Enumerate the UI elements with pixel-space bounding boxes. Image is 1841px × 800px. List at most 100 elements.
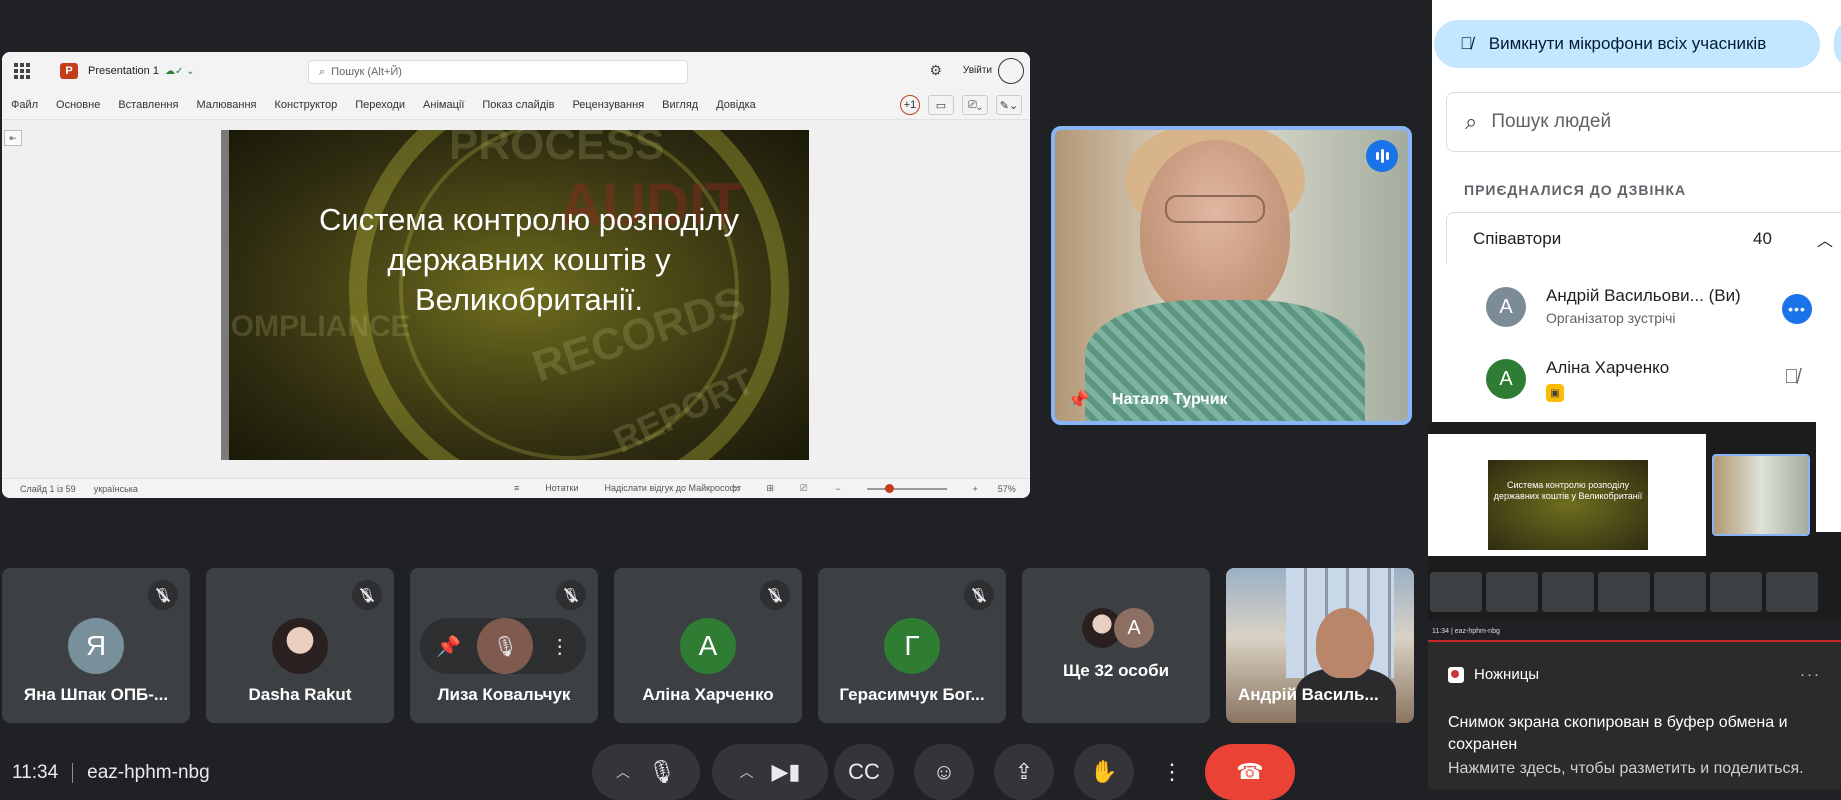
reactions-button[interactable]: ☺ (914, 744, 974, 800)
thumbnail-speaker (1712, 454, 1810, 536)
thumbnail-underline (1428, 640, 1841, 642)
ribbon-tab[interactable]: Основне (47, 99, 109, 111)
speaker-video-glasses (1165, 195, 1265, 223)
hang-up-icon: ☎ (1236, 759, 1264, 784)
normal-view-icon[interactable]: ▭ (732, 483, 741, 494)
chevron-up-icon[interactable]: ︿ (616, 762, 630, 782)
participant-tile[interactable]: 🎙 А Аліна Харченко (614, 568, 802, 723)
sign-in-link[interactable]: Увійти (963, 65, 992, 76)
ribbon-tab[interactable]: Вставлення (109, 99, 187, 111)
chevron-up-icon[interactable]: ︿ (1817, 227, 1833, 251)
comments-icon[interactable]: ▭ (928, 95, 954, 115)
speaker-video-tile[interactable]: 📌 Наталя Турчик (1051, 126, 1412, 425)
ppt-search-placeholder: Пошук (Alt+Й) (331, 66, 402, 78)
zoom-in-icon[interactable]: + (973, 484, 978, 494)
mute-all-label: Вимкнути мікрофони всіх учасників (1488, 34, 1767, 53)
thumbnail-pane-toggle-icon[interactable]: ⇤ (4, 130, 22, 146)
more-participants-label: Ще 32 особи (1062, 661, 1170, 680)
zoom-out-icon[interactable]: − (835, 484, 840, 494)
emoji-icon: ☺ (932, 759, 956, 784)
participant-name: Лиза Ковальчук (437, 685, 571, 704)
document-name[interactable]: Presentation 1 (88, 65, 159, 77)
ribbon-tab[interactable]: Малювання (187, 99, 265, 111)
avatar: А (1486, 359, 1526, 399)
screenshot-thumbnail[interactable]: Система контролю розподілу державних кош… (1428, 422, 1841, 642)
ribbon-tab[interactable]: Довідка (707, 99, 765, 111)
ppt-titlebar: P Presentation 1 ☁✓ ⌄ ⌕ Пошук (Alt+Й) ⚙ … (2, 52, 1030, 90)
participant-row[interactable]: А Андрій Васильови... (Ви) Організатор з… (1446, 272, 1841, 342)
more-options-button[interactable]: ⋮ (1154, 744, 1190, 800)
edit-mode-icon[interactable]: ✎⌄ (996, 95, 1022, 115)
camera-icon[interactable]: ▶▮ (771, 759, 800, 785)
view-controls: ▭ ⊞ ⎚ − + 57% ⤢ (714, 483, 1030, 494)
joined-section-title: ПРИЄДНАЛИСЯ ДО ДЗВІНКА (1464, 182, 1687, 198)
ribbon-tab[interactable]: Вигляд (653, 99, 707, 111)
ppt-statusbar: Слайд 1 із 59 українська ≡ Нотатки Надіс… (2, 478, 1030, 498)
zoom-level[interactable]: 57% (998, 484, 1016, 494)
contributors-group-header[interactable]: Співавтори 40 ︿ (1446, 212, 1841, 264)
snipping-hint[interactable]: Нажмите здесь, чтобы разметить и поделит… (1448, 760, 1838, 778)
clock: 11:34 (12, 762, 59, 783)
collaborators-badge[interactable]: +1 (900, 95, 920, 115)
slide-sorter-icon[interactable]: ⊞ (767, 483, 775, 494)
notes-button[interactable]: Нотатки (545, 483, 578, 493)
saved-cloud-icon: ☁✓ ⌄ (164, 65, 195, 77)
status-right: ≡ Нотатки Надіслати відгук до Майкрософт (496, 483, 741, 493)
account-avatar-icon[interactable] (998, 58, 1024, 84)
chevron-up-icon[interactable]: ︿ (739, 762, 753, 782)
slide-title: Система контролю розподілу державних кош… (319, 202, 739, 317)
mute-for-everyone-icon[interactable]: 🎙 (477, 618, 534, 674)
mic-off-icon[interactable]: 🎙 (148, 580, 178, 610)
ribbon-tab[interactable]: Анімації (414, 99, 473, 111)
language-indicator[interactable]: українська (94, 484, 138, 494)
settings-gear-icon[interactable]: ⚙ (929, 62, 942, 79)
thumbnail-tiles (1428, 572, 1841, 612)
video-person-face (1316, 608, 1374, 678)
avatar: А (1486, 287, 1526, 327)
more-participants-tile[interactable]: А Ще 32 особи (1022, 568, 1210, 723)
mic-off-icon[interactable]: 🎙 (964, 580, 994, 610)
snipping-tool-toast[interactable]: Система контролю розподілу державних кош… (1428, 422, 1841, 789)
thumbnail-slide-title: Система контролю розподілу державних кош… (1488, 460, 1648, 550)
zoom-slider[interactable] (866, 483, 947, 493)
end-call-button[interactable]: ☎ (1205, 744, 1295, 800)
participant-video-tile[interactable]: Андрій Василь... (1226, 568, 1414, 723)
participant-row[interactable]: А Аліна Харченко ▣ 🎙̸ ⋮ (1446, 344, 1841, 414)
group-count: 40 (1753, 228, 1772, 248)
people-panel: 🎙̸ Вимкнути мікрофони всіх учасників ⌕ П… (1432, 0, 1841, 425)
mic-off-icon[interactable]: 🎙 (556, 580, 586, 610)
ribbon-tab[interactable]: Переходи (346, 99, 414, 111)
pin-icon[interactable]: 📌 (436, 634, 461, 659)
captions-button[interactable]: CC (834, 744, 894, 800)
ribbon-tab[interactable]: Файл (2, 99, 47, 111)
more-options-icon: ⋮ (1161, 759, 1183, 784)
more-options-icon[interactable]: ⋮ (550, 634, 570, 659)
present-button[interactable]: ⇪ (994, 744, 1054, 800)
participant-tile[interactable]: 🎙 Я Яна Шпак ОПБ-... (2, 568, 190, 723)
app-launcher-icon[interactable] (14, 63, 30, 79)
mic-off-icon[interactable]: 🎙 (352, 580, 382, 610)
ppt-search-box[interactable]: ⌕ Пошук (Alt+Й) (308, 60, 688, 84)
ribbon-tab[interactable]: Показ слайдів (473, 99, 563, 111)
ribbon-tab[interactable]: Рецензування (563, 99, 653, 111)
more-options-icon[interactable]: ··· (1800, 666, 1821, 683)
participant-tile[interactable]: 🎙 Dasha Rakut (206, 568, 394, 723)
thumbnail-panel (1816, 422, 1841, 532)
raise-hand-button[interactable]: ✋ (1074, 744, 1134, 800)
participant-tile[interactable]: 🎙 Г Герасимчук Бог... (818, 568, 1006, 723)
ribbon-right-tools: +1 ▭ ⎚⌄ ✎⌄ (900, 95, 1022, 115)
mic-off-icon[interactable]: 🎙̸ (1784, 366, 1799, 389)
ribbon-tab[interactable]: Конструктор (265, 99, 346, 111)
meeting-info: 11:34 eaz-hphm-nbg (12, 762, 210, 784)
participant-name: Андрій Васильови... (Ви) (1546, 286, 1741, 305)
pin-icon[interactable]: 📌 (1067, 390, 1089, 411)
mic-off-icon[interactable]: 🎙 (760, 580, 790, 610)
meeting-code[interactable]: eaz-hphm-nbg (87, 762, 210, 784)
reading-view-icon[interactable]: ⎚ (800, 483, 807, 494)
mute-all-button[interactable]: 🎙̸ Вимкнути мікрофони всіх учасників (1434, 20, 1820, 68)
microphone-icon[interactable]: 🎙 (648, 759, 676, 785)
current-slide[interactable]: PROCESS AUDIT RECORDS REPORT COMPLIANCE … (221, 130, 809, 460)
panel-extra-button[interactable] (1834, 20, 1841, 68)
people-search-input[interactable]: ⌕ Пошук людей (1446, 92, 1841, 152)
present-icon[interactable]: ⎚⌄ (962, 95, 988, 115)
